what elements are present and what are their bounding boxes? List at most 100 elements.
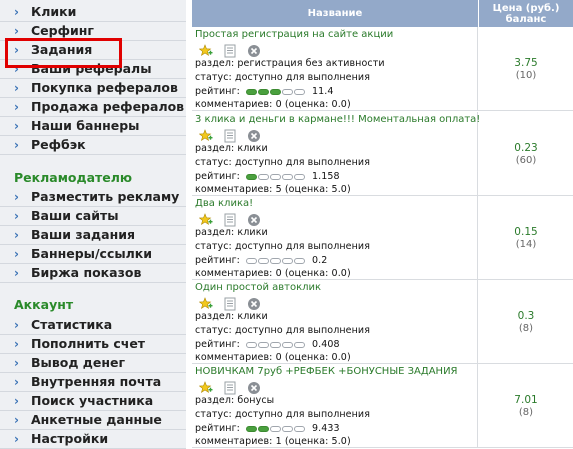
chevron-right-icon: › — [14, 228, 19, 242]
task-cell: 3 клика и деньги в кармане!!! Моментальн… — [192, 112, 480, 195]
tasks-table: Название Цена (руб.) баланс Простая реги… — [192, 0, 573, 448]
task-cell: Два клика! раздел: клики статус: доступн… — [192, 196, 478, 279]
close-icon[interactable] — [247, 128, 261, 142]
task-actions — [195, 296, 275, 311]
document-icon[interactable] — [223, 128, 237, 143]
chevron-right-icon: › — [14, 432, 19, 446]
rating-value: 1.158 — [311, 171, 340, 182]
task-title-link[interactable]: 3 клика и деньги в кармане!!! Моментальн… — [195, 114, 480, 126]
sidebar-item-clicks[interactable]: › Клики — [0, 3, 186, 22]
column-header-name[interactable]: Название — [192, 0, 478, 27]
document-icon[interactable] — [223, 212, 237, 227]
task-price: 7.01 — [514, 394, 538, 406]
sidebar-item-banners-links[interactable]: › Баннеры/ссылки — [0, 245, 186, 264]
rating-value: 0.2 — [311, 255, 328, 266]
sidebar-item-sell-referrals[interactable]: › Продажа рефералов — [0, 98, 186, 117]
table-row: Один простой автоклик раздел: клики стат… — [192, 280, 573, 364]
sidebar-item-your-tasks[interactable]: › Ваши задания — [0, 226, 186, 245]
chevron-right-icon: › — [14, 209, 19, 223]
task-actions — [195, 380, 275, 395]
star-add-icon[interactable] — [198, 296, 213, 310]
task-title-link[interactable]: Простая регистрация на сайте акции — [195, 29, 393, 41]
chevron-right-icon: › — [14, 356, 19, 370]
rating-label: рейтинг: — [195, 423, 240, 434]
task-comments: комментариев: 1 (оценка: 5.0) — [195, 436, 351, 447]
task-title-link[interactable]: Один простой автоклик — [195, 282, 321, 294]
task-status: статус: доступно для выполнения — [195, 241, 371, 252]
task-section: раздел: бонусы — [195, 395, 275, 406]
rating-pill — [269, 341, 281, 348]
table-row: Простая регистрация на сайте акции разде… — [192, 27, 573, 111]
chevron-right-icon: › — [14, 119, 19, 133]
task-count: (10) — [515, 70, 537, 81]
chevron-right-icon: › — [14, 266, 19, 280]
task-cell: НОВИЧКАМ 7руб +РЕФБЕК +БОНУСНЫЕ ЗАДАНИЯ … — [192, 364, 478, 447]
sidebar-item-find-member[interactable]: › Поиск участника — [0, 392, 186, 411]
rating-label: рейтинг: — [195, 339, 240, 350]
sidebar-item-place-ads[interactable]: › Разместить рекламу — [0, 188, 186, 207]
rating-pill — [269, 257, 281, 264]
chevron-right-icon: › — [14, 138, 19, 152]
highlight-box — [5, 38, 122, 68]
task-rating: рейтинг: 0.408 — [195, 339, 340, 350]
sidebar-item-settings[interactable]: › Настройки — [0, 430, 186, 449]
rating-pill — [281, 425, 293, 432]
document-icon[interactable] — [223, 380, 237, 395]
task-cell: Простая регистрация на сайте акции разде… — [192, 27, 478, 110]
task-price: 0.23 — [514, 142, 538, 154]
sidebar-item-our-banners[interactable]: › Наши баннеры — [0, 117, 186, 136]
task-status: статус: доступно для выполнения — [195, 409, 371, 420]
close-icon[interactable] — [247, 296, 261, 310]
rating-pill — [245, 88, 257, 95]
document-icon[interactable] — [223, 296, 237, 311]
rating-bar — [245, 173, 306, 180]
rating-label: рейтинг: — [195, 171, 240, 182]
task-price: 3.75 — [514, 57, 538, 69]
rating-pill — [293, 88, 305, 95]
task-section: раздел: регистрация без активности — [195, 58, 385, 69]
star-add-icon[interactable] — [198, 128, 213, 142]
sidebar-item-statistics[interactable]: › Статистика — [0, 316, 186, 335]
sidebar-item-withdraw[interactable]: › Вывод денег — [0, 354, 186, 373]
rating-value: 9.433 — [311, 423, 340, 434]
close-icon[interactable] — [247, 212, 261, 226]
chevron-right-icon: › — [14, 247, 19, 261]
rating-pill — [245, 425, 257, 432]
rating-bar — [245, 341, 306, 348]
rating-label: рейтинг: — [195, 86, 240, 97]
chevron-right-icon: › — [14, 5, 19, 19]
sidebar-item-internal-mail[interactable]: › Внутренняя почта — [0, 373, 186, 392]
table-row: Два клика! раздел: клики статус: доступн… — [192, 196, 573, 280]
close-icon[interactable] — [247, 380, 261, 394]
task-comments: комментариев: 5 (оценка: 5.0) — [195, 184, 351, 195]
rating-bar — [245, 88, 306, 95]
task-rating: рейтинг: 9.433 — [195, 423, 340, 434]
document-icon[interactable] — [223, 43, 237, 58]
rating-value: 11.4 — [311, 86, 334, 97]
column-header-price[interactable]: Цена (руб.) баланс — [479, 0, 573, 27]
sidebar-item-impressions-exchange[interactable]: › Биржа показов — [0, 264, 186, 283]
sidebar-item-refback[interactable]: › Рефбэк — [0, 136, 186, 155]
rating-pill — [293, 341, 305, 348]
rating-pill — [257, 425, 269, 432]
sidebar-item-buy-referrals[interactable]: › Покупка рефералов — [0, 79, 186, 98]
task-title-link[interactable]: НОВИЧКАМ 7руб +РЕФБЕК +БОНУСНЫЕ ЗАДАНИЯ — [195, 366, 458, 378]
task-rating: рейтинг: 1.158 — [195, 171, 340, 182]
task-section: раздел: клики — [195, 227, 268, 238]
rating-bar — [245, 425, 306, 432]
rating-pill — [269, 425, 281, 432]
table-row: 3 клика и деньги в кармане!!! Моментальн… — [192, 112, 573, 196]
star-add-icon[interactable] — [198, 43, 213, 57]
star-add-icon[interactable] — [198, 212, 213, 226]
close-icon[interactable] — [247, 43, 261, 57]
chevron-right-icon: › — [14, 24, 19, 38]
star-add-icon[interactable] — [198, 380, 213, 394]
sidebar-item-your-sites[interactable]: › Ваши сайты — [0, 207, 186, 226]
sidebar-item-profile[interactable]: › Анкетные данные — [0, 411, 186, 430]
task-status: статус: доступно для выполнения — [195, 72, 371, 83]
task-comments: комментариев: 0 (оценка: 0.0) — [195, 352, 351, 363]
sidebar-item-top-up[interactable]: › Пополнить счет — [0, 335, 186, 354]
task-title-link[interactable]: Два клика! — [195, 198, 253, 210]
rating-pill — [281, 341, 293, 348]
rating-pill — [269, 173, 281, 180]
